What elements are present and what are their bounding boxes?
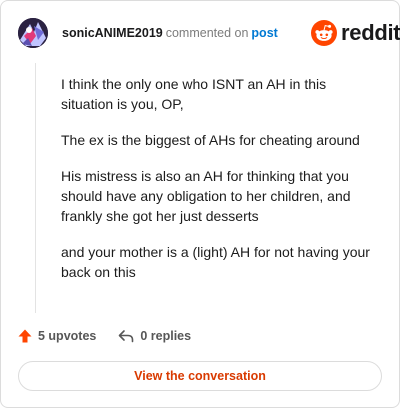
thread-line bbox=[35, 63, 36, 313]
username[interactable]: sonicANIME2019 bbox=[62, 26, 163, 40]
commented-on-text: commented on bbox=[165, 26, 249, 40]
comment-embed-card: sonicANIME2019 commented on post reddit I … bbox=[0, 0, 400, 408]
reddit-logo[interactable]: reddit bbox=[311, 19, 400, 47]
upvote-button[interactable]: 5 upvotes bbox=[18, 329, 96, 343]
upvote-arrow-icon bbox=[18, 329, 32, 343]
comment-paragraph: I think the only one who ISNT an AH in t… bbox=[61, 76, 327, 112]
replies-count: 0 replies bbox=[140, 329, 192, 343]
view-conversation-button[interactable]: View the conversation bbox=[18, 361, 382, 391]
reddit-snoo-icon bbox=[311, 20, 337, 46]
post-link[interactable]: post bbox=[251, 26, 277, 40]
upvotes-count: 5 upvotes bbox=[38, 329, 97, 343]
comment-footer: 5 upvotes 0 replies bbox=[18, 327, 191, 345]
reddit-wordmark: reddit bbox=[341, 20, 400, 45]
comment-body: I think the only one who ISNT an AH in t… bbox=[61, 74, 381, 298]
reply-arrow-icon bbox=[118, 329, 134, 343]
comment-paragraph: His mistress is also an AH for thinking … bbox=[61, 168, 351, 224]
avatar[interactable] bbox=[18, 18, 48, 48]
avatar-image bbox=[18, 18, 48, 48]
comment-header: sonicANIME2019 commented on post bbox=[62, 26, 278, 41]
comment-paragraph: The ex is the biggest of AHs for cheatin… bbox=[61, 132, 360, 148]
comment-paragraph: and your mother is a (light) AH for not … bbox=[61, 244, 370, 280]
replies-button[interactable]: 0 replies bbox=[118, 329, 191, 343]
